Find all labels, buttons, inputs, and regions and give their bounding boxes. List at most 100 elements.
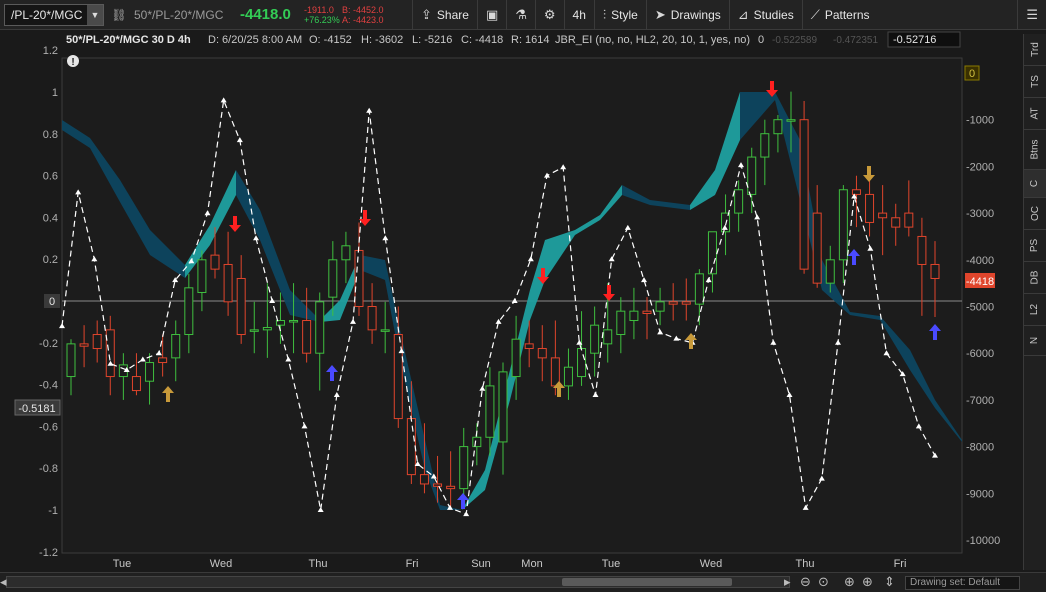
candle-body — [66, 343, 76, 378]
candle-body — [838, 189, 848, 261]
side-tab-oc[interactable]: OC — [1024, 198, 1046, 230]
zoom-in-icon[interactable]: ⊕ — [844, 574, 855, 590]
side-tab-panel: Trd TS AT Btns C OC PS DB L2 N — [1023, 34, 1046, 570]
candle-body — [747, 156, 757, 195]
scroll-right-icon[interactable]: ▸ — [784, 574, 791, 590]
side-tab-label: TS — [1029, 75, 1041, 88]
candle-body — [616, 310, 626, 336]
candle-body — [537, 348, 547, 359]
share-icon: ⇪ — [421, 6, 432, 22]
side-tab-label: Btns — [1029, 139, 1041, 160]
patterns-label: Patterns — [824, 7, 870, 22]
side-tab-at[interactable]: AT — [1024, 98, 1046, 130]
candle-body — [524, 343, 534, 350]
candle-body — [694, 273, 704, 305]
side-tab-ps[interactable]: PS — [1024, 230, 1046, 262]
style-button[interactable]: ⫶ Style — [593, 0, 646, 30]
hamburger-icon: ☰ — [1026, 6, 1038, 22]
candle-body — [249, 329, 259, 332]
symbol-selector[interactable]: /PL-20*/MGC ▼ — [4, 3, 104, 26]
crosshair-icon[interactable]: ⊕ — [862, 574, 873, 590]
link-icon[interactable]: ⛓ — [110, 8, 128, 22]
candle-body — [707, 231, 717, 275]
side-tab-label: N — [1029, 336, 1041, 345]
plot-area — [61, 57, 963, 554]
x-tick-label: Wed — [700, 558, 722, 570]
candle-body — [262, 327, 272, 331]
flask-button[interactable]: ⚗ — [506, 0, 535, 30]
pan-icon[interactable]: ⇕ — [884, 574, 895, 590]
menu-button[interactable]: ☰ — [1017, 0, 1046, 30]
chart-app: /PL-20*/MGC ▼ ⛓ 50*/PL-20*/MGC -4418.0 -… — [0, 0, 1046, 592]
candle-body — [825, 259, 835, 284]
side-tab-label: AT — [1029, 107, 1041, 120]
share-button[interactable]: ⇪ Share — [412, 0, 477, 30]
right-tick-label: -2000 — [966, 161, 994, 173]
candlestick-icon: ⫶ — [602, 6, 607, 22]
x-tick-label: Thu — [796, 558, 815, 570]
candle-body — [184, 287, 194, 336]
right-tick-label: -4000 — [966, 255, 994, 267]
candle-body — [904, 212, 914, 228]
grid-icon: ▣ — [485, 6, 499, 22]
chart-canvas[interactable]: 50*/PL-20*/MGC 30 D 4h D: 6/20/25 8:00 A… — [0, 30, 1022, 572]
scroll-left-icon[interactable]: ◂ — [0, 574, 7, 590]
right-tick-label: -5000 — [966, 302, 994, 314]
share-label: Share — [436, 7, 469, 22]
flask-icon: ⚗ — [515, 6, 527, 22]
period-label: 4h — [572, 7, 586, 22]
studies-button[interactable]: ⊿ Studies — [728, 0, 802, 30]
bid-price: B: -4452.0 — [342, 4, 384, 15]
candle-body — [891, 217, 901, 228]
candle-body — [446, 485, 456, 490]
period-selector[interactable]: 4h — [563, 0, 594, 30]
candle-body — [812, 212, 822, 284]
candle-body — [629, 310, 639, 322]
percent-change: +76.23% — [304, 14, 340, 25]
zoom-out-icon[interactable]: ⊖ — [800, 574, 811, 590]
left-tick-label: -1.2 — [39, 547, 58, 559]
settings-button[interactable]: ⚙ — [534, 0, 564, 30]
left-tick-label: -1 — [48, 505, 58, 517]
side-tab-btns[interactable]: Btns — [1024, 130, 1046, 170]
x-tick-label: Fri — [406, 558, 419, 570]
candle-body — [851, 189, 861, 195]
side-tab-n[interactable]: N — [1024, 326, 1046, 356]
x-tick-label: Tue — [113, 558, 132, 570]
alert-icon-glyph: ! — [71, 57, 74, 68]
candle-body — [511, 338, 521, 378]
candle-body — [773, 119, 783, 135]
side-tab-trd[interactable]: Trd — [1024, 34, 1046, 66]
side-tab-c[interactable]: C — [1024, 170, 1046, 198]
grid-layout-button[interactable]: ▣ — [476, 0, 506, 30]
right-tick-label: -1000 — [966, 115, 994, 127]
bid-ask: B: -4452.0 A: -4423.0 — [342, 5, 392, 25]
left-tick-label: 1.2 — [43, 45, 58, 57]
zoom-fit-icon[interactable]: ⊙ — [818, 574, 829, 590]
drawing-set-selector[interactable]: Drawing set: Default — [905, 576, 1020, 590]
candle-body — [131, 376, 141, 392]
left-tick-label: -0.8 — [39, 463, 58, 475]
side-tab-l2[interactable]: L2 — [1024, 294, 1046, 326]
candle-body — [197, 259, 207, 293]
candle-body — [930, 263, 940, 279]
right-tick-label: -7000 — [966, 395, 994, 407]
patterns-button[interactable]: ⟋ Patterns — [801, 0, 878, 30]
left-tick-label: -0.4 — [39, 380, 58, 392]
studies-icon: ⊿ — [737, 6, 749, 22]
toolbar: /PL-20*/MGC ▼ ⛓ 50*/PL-20*/MGC -4418.0 -… — [0, 0, 1046, 30]
scrollbar-thumb[interactable] — [562, 578, 732, 586]
right-tick-label: -6000 — [966, 348, 994, 360]
side-tab-label: PS — [1029, 238, 1041, 253]
time-scrollbar[interactable] — [6, 576, 790, 588]
candle-body — [799, 119, 809, 270]
candle-body — [328, 259, 338, 298]
chevron-down-icon[interactable]: ▼ — [87, 4, 103, 25]
drawings-button[interactable]: ➤ Drawings — [645, 0, 729, 30]
header-study: JBR_EI (no, no, HL2, 20, 10, 1, yes, no) — [555, 34, 750, 46]
left-tick-label: -0.6 — [39, 421, 58, 433]
side-tab-db[interactable]: DB — [1024, 262, 1046, 294]
side-tab-ts[interactable]: TS — [1024, 66, 1046, 98]
left-tick-label: 0.8 — [43, 129, 58, 141]
header-study-v2: -0.522589 — [772, 35, 817, 46]
